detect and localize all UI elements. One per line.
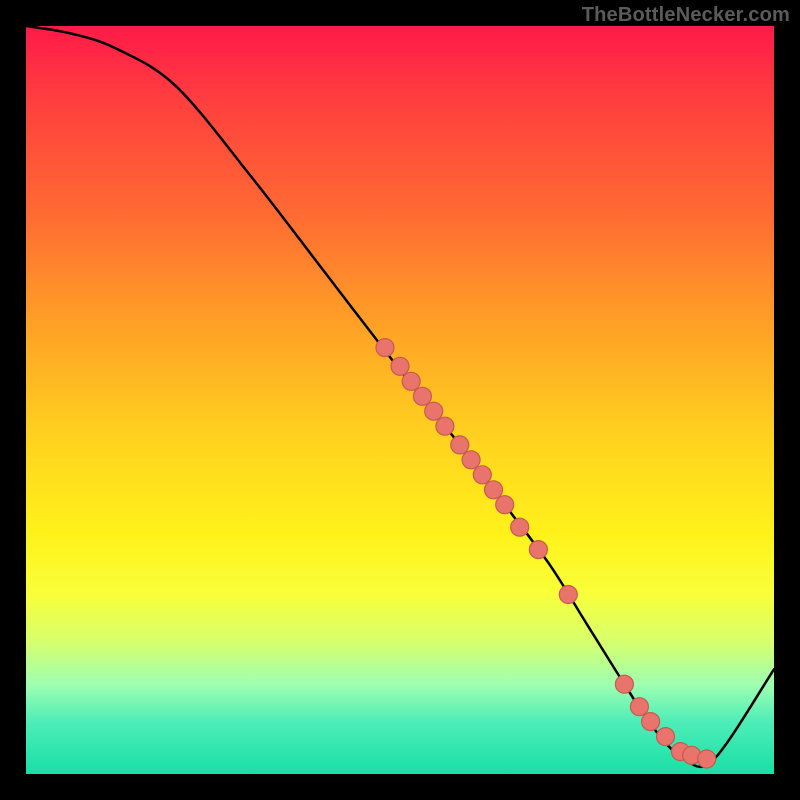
- chart-svg: [26, 26, 774, 774]
- data-point: [511, 518, 529, 536]
- data-point: [376, 339, 394, 357]
- data-point: [642, 713, 660, 731]
- data-point: [473, 466, 491, 484]
- bottleneck-curve: [26, 26, 774, 767]
- data-point: [436, 417, 454, 435]
- data-point: [391, 357, 409, 375]
- chart-frame: TheBottleNecker.com: [0, 0, 800, 800]
- data-point: [451, 436, 469, 454]
- data-point: [529, 541, 547, 559]
- data-point: [413, 387, 431, 405]
- data-point: [698, 750, 716, 768]
- data-point: [615, 675, 633, 693]
- data-point: [462, 451, 480, 469]
- data-point: [402, 372, 420, 390]
- data-point: [425, 402, 443, 420]
- data-point: [496, 496, 514, 514]
- data-point: [630, 698, 648, 716]
- data-points: [376, 339, 716, 768]
- data-point: [485, 481, 503, 499]
- data-point: [559, 586, 577, 604]
- plot-area: [26, 26, 774, 774]
- data-point: [657, 728, 675, 746]
- watermark-text: TheBottleNecker.com: [582, 4, 790, 27]
